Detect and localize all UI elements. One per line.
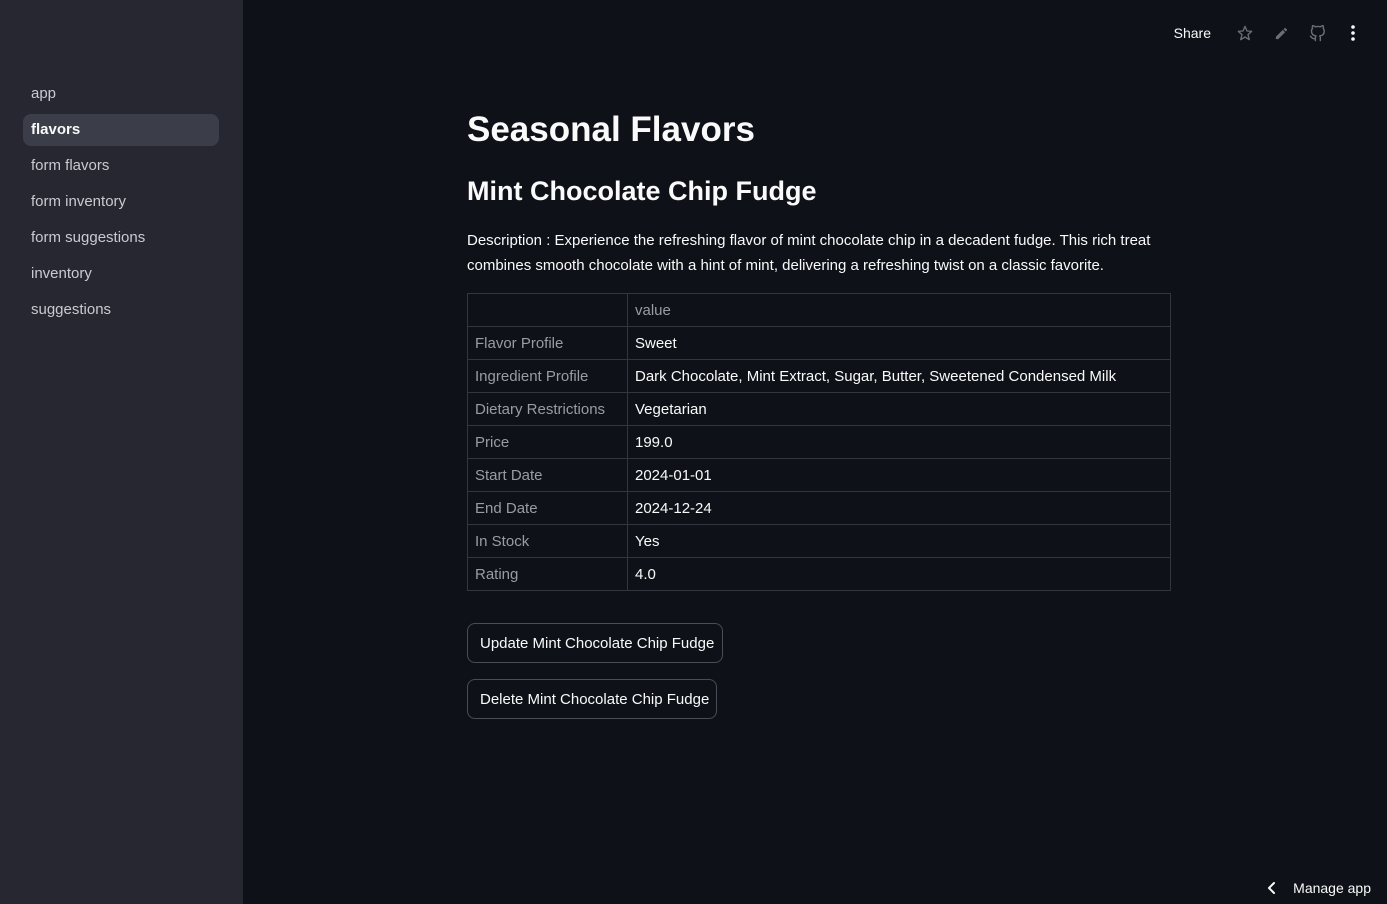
row-value: Dark Chocolate, Mint Extract, Sugar, But… <box>627 359 1171 393</box>
sidebar: app flavors form flavors form inventory … <box>0 0 243 904</box>
delete-flavor-button[interactable]: Delete Mint Chocolate Chip Fudge <box>467 679 717 719</box>
row-value: Sweet <box>627 326 1171 360</box>
app-root: app flavors form flavors form inventory … <box>0 0 1387 904</box>
header-toolbar: Share <box>1166 18 1371 48</box>
github-icon[interactable] <box>1299 18 1335 48</box>
row-value: 2024-01-01 <box>627 458 1171 492</box>
star-icon[interactable] <box>1227 18 1263 48</box>
flavor-title: Mint Chocolate Chip Fudge <box>467 176 817 206</box>
sidebar-item-form-suggestions[interactable]: form suggestions <box>23 222 219 254</box>
sidebar-item-suggestions[interactable]: suggestions <box>23 294 219 326</box>
share-button[interactable]: Share <box>1166 21 1219 45</box>
table-row: Rating 4.0 <box>467 557 1171 591</box>
update-flavor-button[interactable]: Update Mint Chocolate Chip Fudge <box>467 623 723 663</box>
row-key: Price <box>467 425 628 459</box>
sidebar-item-app[interactable]: app <box>23 78 219 110</box>
table-header-row: value <box>467 293 1171 327</box>
table-row: Price 199.0 <box>467 425 1171 459</box>
sidebar-item-form-inventory[interactable]: form inventory <box>23 186 219 218</box>
table-row: Dietary Restrictions Vegetarian <box>467 392 1171 426</box>
row-key: Ingredient Profile <box>467 359 628 393</box>
chevron-left-icon <box>1267 881 1277 895</box>
table-row: Flavor Profile Sweet <box>467 326 1171 360</box>
sidebar-item-inventory[interactable]: inventory <box>23 258 219 290</box>
table-row: Ingredient Profile Dark Chocolate, Mint … <box>467 359 1171 393</box>
manage-app-button[interactable]: Manage app <box>1267 876 1371 900</box>
table-header-value: value <box>627 293 1171 327</box>
row-value: Yes <box>627 524 1171 558</box>
flavor-description: Description : Experience the refreshing … <box>467 232 1151 274</box>
table-row: Start Date 2024-01-01 <box>467 458 1171 492</box>
row-key: Flavor Profile <box>467 326 628 360</box>
row-value: 2024-12-24 <box>627 491 1171 525</box>
row-key: Rating <box>467 557 628 591</box>
more-vertical-icon[interactable] <box>1335 18 1371 48</box>
row-key: Dietary Restrictions <box>467 392 628 426</box>
row-key: End Date <box>467 491 628 525</box>
page-title: Seasonal Flavors <box>467 110 755 149</box>
sidebar-nav: app flavors form flavors form inventory … <box>23 78 219 330</box>
row-key: Start Date <box>467 458 628 492</box>
row-key: In Stock <box>467 524 628 558</box>
row-value: Vegetarian <box>627 392 1171 426</box>
row-value: 4.0 <box>627 557 1171 591</box>
edit-icon[interactable] <box>1263 18 1299 48</box>
sidebar-item-flavors[interactable]: flavors <box>23 114 219 146</box>
table-header-index <box>467 293 628 327</box>
row-value: 199.0 <box>627 425 1171 459</box>
flavor-details-table: value Flavor Profile Sweet Ingredient Pr… <box>467 293 1171 591</box>
table-row: End Date 2024-12-24 <box>467 491 1171 525</box>
sidebar-item-form-flavors[interactable]: form flavors <box>23 150 219 182</box>
table-row: In Stock Yes <box>467 524 1171 558</box>
manage-app-label: Manage app <box>1293 880 1371 896</box>
